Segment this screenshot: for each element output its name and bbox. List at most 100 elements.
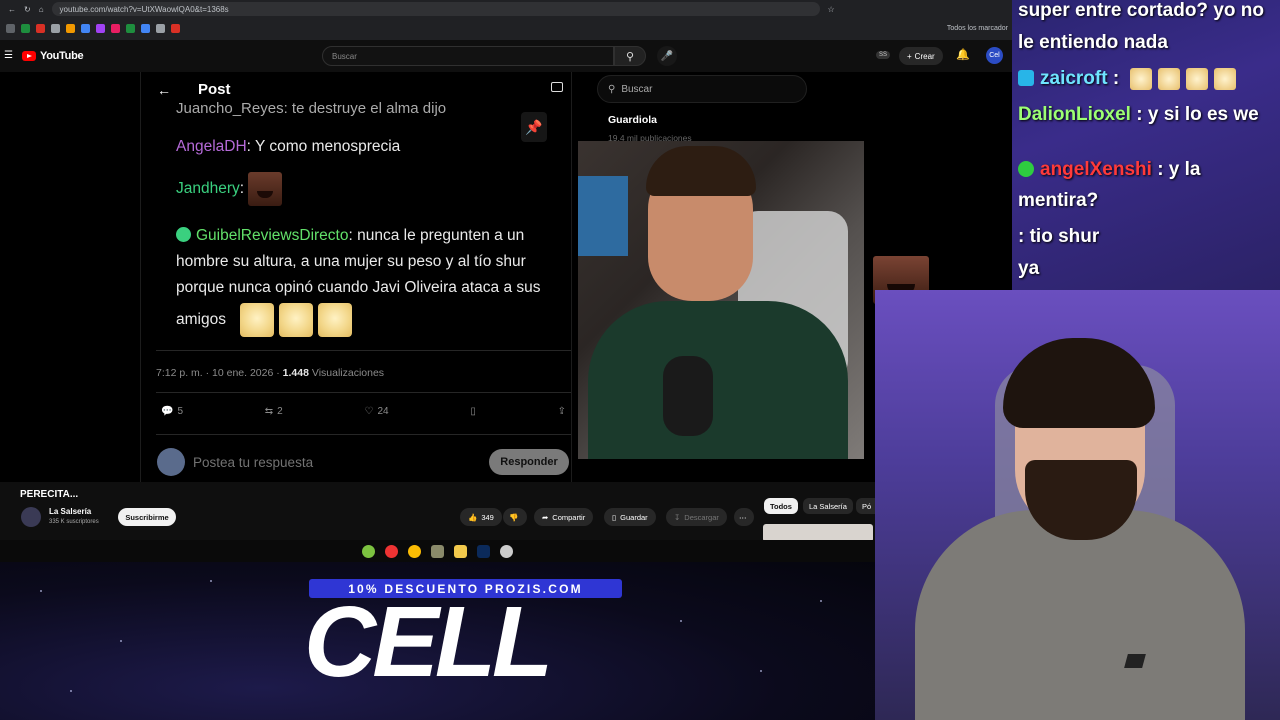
monitor xyxy=(578,176,628,256)
chip-more[interactable]: Pó xyxy=(856,498,878,514)
chat-message: super entre cortado? yo no xyxy=(1018,0,1264,21)
bookmark-icon[interactable]: ▯ xyxy=(470,406,476,417)
star-icon[interactable]: ☆ xyxy=(828,5,835,14)
bookmark-icon[interactable] xyxy=(96,23,105,33)
bookmark-icon[interactable] xyxy=(21,23,30,33)
video-title: PERECITA... xyxy=(20,489,79,500)
pin-icon[interactable]: 📌 xyxy=(521,112,547,142)
share-icon[interactable]: ⇪ xyxy=(558,406,566,417)
back-nav-icon[interactable]: ← xyxy=(8,5,16,14)
bookmark-icon[interactable] xyxy=(66,23,75,33)
anime-emote-icon xyxy=(1130,68,1153,90)
star xyxy=(680,620,682,622)
x-search-input[interactable]: ⚲ Buscar xyxy=(597,75,807,103)
search-icon[interactable]: ⚲ xyxy=(614,46,646,66)
chat-username: angelXenshi xyxy=(1040,159,1152,180)
home-icon[interactable]: ⌂ xyxy=(39,5,44,14)
dislike-button[interactable]: 👎 xyxy=(503,508,527,526)
thumbs-up-icon: 👍 xyxy=(468,512,478,522)
bookmark-icon[interactable] xyxy=(111,23,120,33)
reply-button[interactable]: Responder xyxy=(489,449,569,475)
chat-message: : tio shur xyxy=(1018,226,1100,247)
taskbar xyxy=(0,540,875,562)
comment-icon: 💬 xyxy=(161,406,174,417)
chrome-icon[interactable] xyxy=(408,544,421,558)
trend-title[interactable]: Guardiola xyxy=(608,114,657,126)
reload-icon[interactable]: ↻ xyxy=(24,5,31,14)
comment-line: porque nunca opinó cuando Javi Oliveira … xyxy=(176,279,541,296)
search-input[interactable]: Buscar xyxy=(322,46,614,66)
divider xyxy=(156,434,571,435)
bookmark-icon[interactable] xyxy=(126,23,135,33)
subscriber-count: 335 K suscriptores xyxy=(49,519,99,525)
bookmark-icon[interactable] xyxy=(141,23,150,33)
photoshop-icon[interactable] xyxy=(477,544,490,558)
download-button[interactable]: ↧ Descargar xyxy=(666,508,727,526)
bookmark-icon[interactable] xyxy=(156,23,165,33)
reader-icon[interactable] xyxy=(551,82,563,92)
folder-icon[interactable] xyxy=(454,544,467,558)
channel-name[interactable]: La Salsería xyxy=(49,507,91,516)
chat-username: DalionLioxel xyxy=(1018,104,1131,125)
browser-chrome: ← ↻ ⌂ youtube.com/watch?v=UtXWaowlQA0&t=… xyxy=(0,0,1012,40)
app-icon[interactable] xyxy=(500,544,513,558)
url-text: youtube.com/watch?v=UtXWaowlQA0&t=1368s xyxy=(59,4,229,14)
app-icon[interactable] xyxy=(385,544,398,558)
youtube-play-icon xyxy=(22,51,36,61)
clipped-comment: Juancho_Reyes: te destruye el alma dijo xyxy=(176,100,447,117)
more-options-button[interactable]: ⋯ xyxy=(734,508,754,526)
account-avatar[interactable]: Cel xyxy=(986,47,1003,64)
anime-emote-icon xyxy=(1214,68,1237,90)
repost-action[interactable]: ⇆ 2 xyxy=(265,406,283,417)
reply-action[interactable]: 💬 5 xyxy=(161,406,183,417)
app-icon[interactable] xyxy=(362,544,375,558)
bell-icon[interactable]: 🔔 xyxy=(956,48,970,61)
star xyxy=(760,670,762,672)
app-icon[interactable] xyxy=(431,544,444,558)
reply-input[interactable]: Postea tu respuesta xyxy=(193,455,313,470)
comment-author: AngelaDH xyxy=(176,138,247,155)
thumbs-down-icon: 👎 xyxy=(509,512,519,522)
save-button[interactable]: ▯ Guardar xyxy=(604,508,656,526)
search-icon: ⚲ xyxy=(608,83,616,95)
chat-username: zaicroft xyxy=(1040,68,1108,90)
person-hair xyxy=(646,146,756,196)
star xyxy=(40,590,42,592)
divider xyxy=(156,350,571,351)
person-body xyxy=(915,510,1245,720)
create-button[interactable]: + Crear xyxy=(899,47,943,65)
person-hair xyxy=(1003,338,1155,428)
subscribe-button[interactable]: Suscribirme xyxy=(118,508,176,526)
channel-avatar[interactable] xyxy=(21,507,41,527)
share-icon: ➦ xyxy=(542,512,549,522)
laughing-emote-icon xyxy=(248,172,283,206)
post-panel: ← Post Juancho_Reyes: te destruye el alm… xyxy=(140,72,572,482)
streamer-webcam xyxy=(875,290,1280,720)
like-button[interactable]: 👍 349 xyxy=(460,508,502,526)
all-bookmarks-label[interactable]: Todos los marcador xyxy=(947,25,1008,32)
heart-icon: ♡ xyxy=(364,406,374,417)
back-arrow-icon[interactable]: ← xyxy=(157,82,171,98)
chat-message: DalionLioxel : y si lo es we xyxy=(1018,104,1259,125)
anime-emote-icon xyxy=(1158,68,1181,90)
divider xyxy=(156,392,571,393)
chat-message: angelXenshi : y la xyxy=(1018,159,1201,181)
bookmark-icon[interactable] xyxy=(51,23,60,33)
avatar xyxy=(157,448,185,476)
chip-channel[interactable]: La Salsería xyxy=(803,498,853,514)
chip-todos[interactable]: Todos xyxy=(764,498,798,514)
bookmark-icon[interactable] xyxy=(36,23,45,33)
share-button[interactable]: ➦ Compartir xyxy=(534,508,594,526)
menu-icon[interactable]: ☰ xyxy=(4,50,13,61)
download-icon: ↧ xyxy=(674,512,681,522)
bookmark-icon[interactable] xyxy=(81,23,90,33)
anime-emote-icon xyxy=(279,303,314,337)
like-action[interactable]: ♡ 24 xyxy=(364,406,388,417)
address-bar[interactable]: youtube.com/watch?v=UtXWaowlQA0&t=1368s xyxy=(51,2,820,16)
microphone-icon[interactable]: 🎤 xyxy=(657,46,677,66)
bookmark-icon[interactable] xyxy=(171,23,180,33)
badge-icon xyxy=(1018,70,1034,87)
bookmark-icon[interactable] xyxy=(6,23,15,33)
youtube-logo[interactable]: YouTube xyxy=(22,50,84,62)
comment-line: hombre su altura, a una mujer su peso y … xyxy=(176,253,526,270)
